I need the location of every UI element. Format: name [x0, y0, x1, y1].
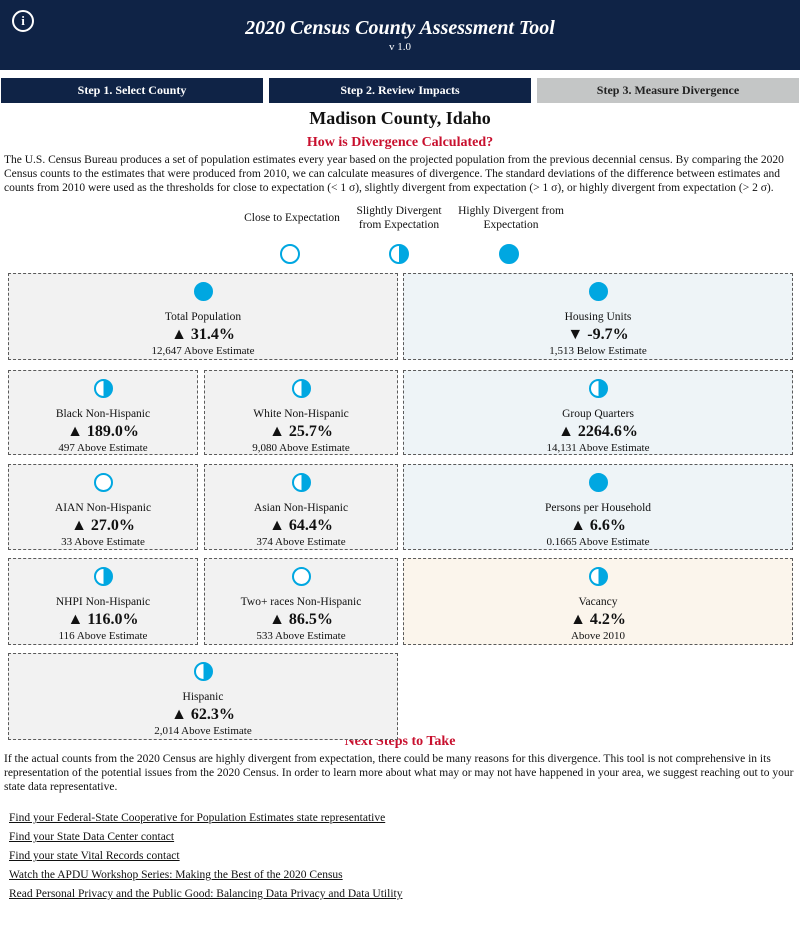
- metric-card: Vacancy ▲ 4.2% Above 2010: [403, 557, 793, 645]
- divergence-icon: [193, 281, 213, 301]
- metric-value: ▲ 31.4%: [171, 325, 235, 343]
- metric-value: ▲ 2264.6%: [558, 422, 638, 440]
- metric-sub: 14,131 Above Estimate: [546, 441, 650, 454]
- divergence-icon: [588, 281, 608, 301]
- metric-card: Black Non-Hispanic ▲ 189.0% 497 Above Es…: [8, 369, 198, 455]
- metric-sub: 374 Above Estimate: [256, 535, 346, 548]
- step-tabs: Step 1. Select County Step 2. Review Imp…: [0, 78, 800, 103]
- close-expectation-icon: [280, 243, 300, 264]
- metric-name: Two+ races Non-Hispanic: [240, 595, 362, 608]
- highly-divergent-icon: [499, 243, 519, 264]
- metric-name: Hispanic: [182, 690, 224, 703]
- tab-step-2[interactable]: Step 2. Review Impacts: [269, 78, 531, 103]
- metric-sub: 12,647 Above Estimate: [151, 344, 255, 357]
- divergence-icon: [93, 378, 113, 398]
- metric-name: White Non-Hispanic: [253, 407, 349, 420]
- metric-card: Housing Units ▼ -9.7% 1,513 Below Estima…: [403, 272, 793, 360]
- divergence-legend: Close to Expectation Slightly Divergent …: [0, 204, 800, 264]
- divergence-icon: [588, 472, 608, 492]
- metric-sub: 0.1665 Above Estimate: [546, 535, 650, 548]
- metric-sub: 497 Above Estimate: [58, 441, 148, 454]
- metric-sub: 9,080 Above Estimate: [252, 441, 350, 454]
- metric-name: AIAN Non-Hispanic: [54, 501, 152, 514]
- metric-name: Asian Non-Hispanic: [253, 501, 349, 514]
- metric-value: ▲ 6.6%: [570, 516, 626, 534]
- metric-value: ▲ 189.0%: [67, 422, 139, 440]
- divergence-icon: [93, 472, 113, 492]
- legend-slight-label: Slightly Divergent from Expectation: [356, 204, 442, 231]
- tab-step-3[interactable]: Step 3. Measure Divergence: [537, 78, 799, 103]
- link-personal-privacy[interactable]: Read Personal Privacy and the Public Goo…: [9, 888, 800, 900]
- metric-sub: 33 Above Estimate: [61, 535, 145, 548]
- calc-text: The U.S. Census Bureau produces a set of…: [4, 154, 784, 195]
- divergence-icon: [93, 566, 113, 586]
- metric-sub: 1,513 Below Estimate: [549, 344, 647, 357]
- metric-sub: 2,014 Above Estimate: [154, 724, 252, 737]
- metric-card: White Non-Hispanic ▲ 25.7% 9,080 Above E…: [204, 369, 398, 455]
- metric-name: Housing Units: [564, 310, 632, 323]
- metric-value: ▼ -9.7%: [567, 325, 629, 343]
- metric-name: Group Quarters: [562, 407, 634, 420]
- resource-links: Find your Federal-State Cooperative for …: [0, 812, 800, 900]
- app-title: 2020 Census County Assessment Tool: [245, 17, 555, 39]
- divergence-icon: [588, 566, 608, 586]
- divergence-icon: [291, 566, 311, 586]
- next-steps-text: If the actual counts from the 2020 Censu…: [4, 752, 794, 794]
- metric-value: ▲ 64.4%: [269, 516, 333, 534]
- metric-value: ▲ 4.2%: [570, 610, 626, 628]
- metrics-grid: Total Population ▲ 31.4% 12,647 Above Es…: [0, 264, 800, 740]
- metric-sub: 116 Above Estimate: [58, 629, 148, 642]
- metric-name: Black Non-Hispanic: [55, 407, 151, 420]
- metric-value: ▲ 62.3%: [171, 705, 235, 723]
- metric-sub: Above 2010: [570, 629, 626, 642]
- metric-sub: 533 Above Estimate: [256, 629, 346, 642]
- county-title: Madison County, Idaho: [309, 108, 491, 128]
- metric-card: Group Quarters ▲ 2264.6% 14,131 Above Es…: [403, 369, 793, 455]
- metric-value: ▲ 27.0%: [71, 516, 135, 534]
- calc-title: How is Divergence Calculated?: [306, 135, 494, 150]
- link-apdu-workshop[interactable]: Watch the APDU Workshop Series: Making t…: [9, 869, 800, 881]
- metric-card: Two+ races Non-Hispanic ▲ 86.5% 533 Abov…: [204, 557, 398, 645]
- metric-card: Persons per Household ▲ 6.6% 0.1665 Abov…: [403, 463, 793, 550]
- divergence-icon: [291, 378, 311, 398]
- legend-high-label: Highly Divergent from Expectation: [458, 204, 564, 231]
- link-state-data-center[interactable]: Find your State Data Center contact: [9, 831, 800, 843]
- metric-card: AIAN Non-Hispanic ▲ 27.0% 33 Above Estim…: [8, 463, 198, 550]
- metric-value: ▲ 25.7%: [269, 422, 333, 440]
- metric-name: Persons per Household: [544, 501, 652, 514]
- metric-value: ▲ 116.0%: [67, 610, 139, 628]
- legend-close-label: Close to Expectation: [244, 211, 340, 224]
- metric-card: NHPI Non-Hispanic ▲ 116.0% 116 Above Est…: [8, 557, 198, 645]
- app-header: i 2020 Census County Assessment Tool v 1…: [0, 0, 800, 70]
- link-vital-records[interactable]: Find your state Vital Records contact: [9, 850, 800, 862]
- metric-name: Vacancy: [578, 595, 618, 608]
- metric-card: Asian Non-Hispanic ▲ 64.4% 374 Above Est…: [204, 463, 398, 550]
- metric-card: Hispanic ▲ 62.3% 2,014 Above Estimate: [8, 652, 398, 740]
- divergence-icon: [193, 661, 213, 681]
- metric-name: NHPI Non-Hispanic: [55, 595, 151, 608]
- metric-value: ▲ 86.5%: [269, 610, 333, 628]
- tab-step-1[interactable]: Step 1. Select County: [1, 78, 263, 103]
- divergence-icon: [291, 472, 311, 492]
- link-fscpe[interactable]: Find your Federal-State Cooperative for …: [9, 812, 800, 824]
- divergence-icon: [588, 378, 608, 398]
- metric-card: Total Population ▲ 31.4% 12,647 Above Es…: [8, 272, 398, 360]
- slightly-divergent-icon: [389, 243, 409, 264]
- metric-name: Total Population: [164, 310, 242, 323]
- app-version: v 1.0: [389, 41, 411, 53]
- info-icon[interactable]: i: [12, 10, 34, 32]
